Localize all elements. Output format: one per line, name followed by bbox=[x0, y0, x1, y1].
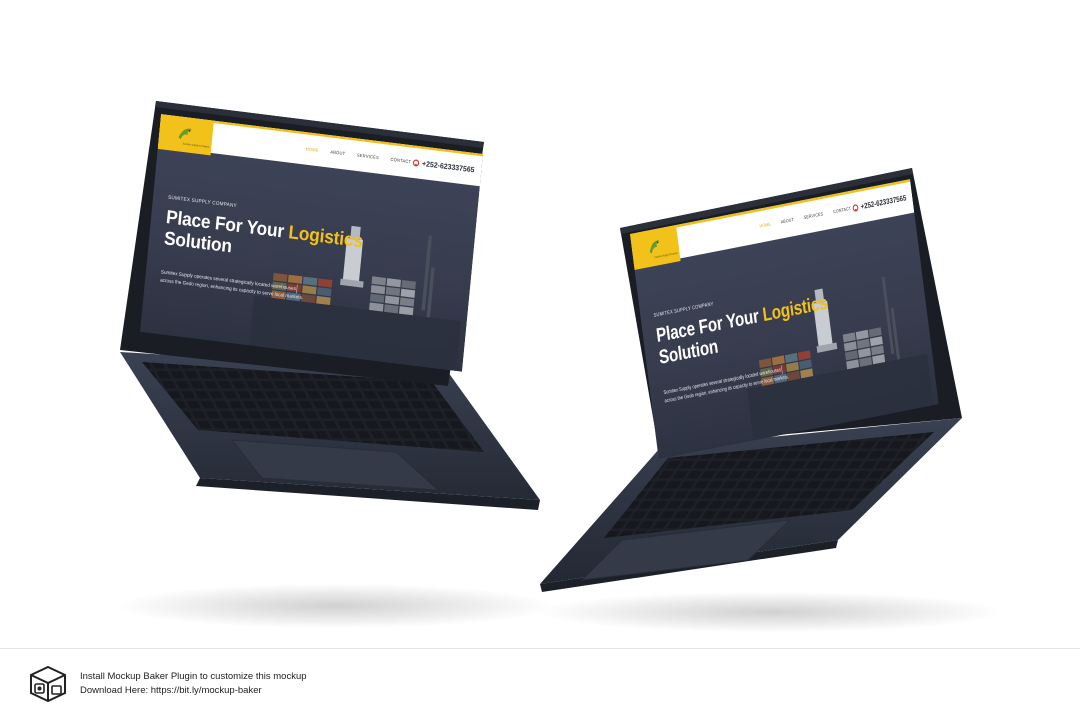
footer-download-link[interactable]: Download Here: https://bit.ly/mockup-bak… bbox=[80, 685, 307, 697]
right-website: Sumitex Supply Company HOME ABOUT SERVIC… bbox=[630, 179, 939, 460]
footer-divider bbox=[0, 648, 1080, 649]
mockup-baker-icon bbox=[30, 665, 66, 703]
site-logo[interactable]: Sumitex Supply Company bbox=[630, 224, 681, 271]
site-nav: HOME ABOUT SERVICES CONTACT bbox=[759, 207, 851, 229]
cargo-ship-image bbox=[747, 276, 934, 441]
nav-about[interactable]: ABOUT bbox=[781, 218, 795, 225]
nav-contact[interactable]: CONTACT bbox=[833, 207, 852, 215]
header-phone[interactable]: +252-623337565 bbox=[852, 193, 907, 212]
phone-number: +252-623337565 bbox=[860, 193, 907, 212]
footer-install-text: Install Mockup Baker Plugin to customize… bbox=[80, 671, 307, 682]
right-screen: Sumitex Supply Company HOME ABOUT SERVIC… bbox=[0, 0, 1080, 720]
right-laptop: Sumitex Supply Company HOME ABOUT SERVIC… bbox=[0, 0, 1080, 720]
headset-icon bbox=[852, 203, 859, 212]
nav-home[interactable]: HOME bbox=[759, 222, 771, 229]
mockup-baker-footer: Install Mockup Baker Plugin to customize… bbox=[28, 664, 307, 704]
mockup-stage: Sumitex Supply Company HOME ABOUT SERVIC… bbox=[0, 0, 1080, 720]
footer-texts: Install Mockup Baker Plugin to customize… bbox=[80, 671, 307, 697]
nav-services[interactable]: SERVICES bbox=[804, 212, 824, 220]
site-header: Sumitex Supply Company HOME ABOUT SERVIC… bbox=[630, 179, 915, 271]
